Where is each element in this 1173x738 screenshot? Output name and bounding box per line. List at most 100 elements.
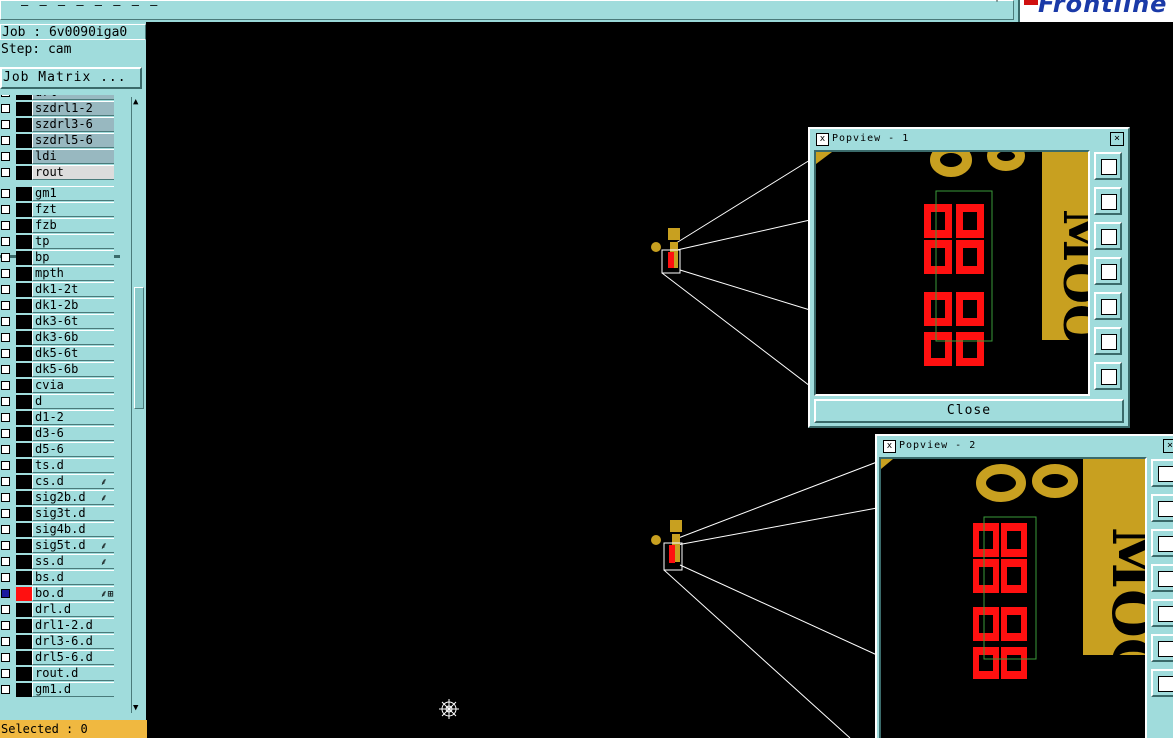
popview-pan-down-button[interactable]: [1094, 222, 1122, 250]
layer-color-swatch[interactable]: [16, 134, 32, 148]
layer-row-dk3-6b[interactable]: dk3-6b: [0, 330, 120, 346]
layer-row-tp[interactable]: tp: [0, 234, 120, 250]
layer-color-swatch[interactable]: [16, 219, 32, 233]
layer-checkbox[interactable]: [1, 589, 10, 598]
layer-color-swatch[interactable]: [16, 235, 32, 249]
layer-checkbox[interactable]: [1, 557, 10, 566]
layer-checkbox[interactable]: [1, 413, 10, 422]
layer-checkbox[interactable]: [1, 493, 10, 502]
layer-name[interactable]: ts.d: [32, 458, 114, 473]
layer-name[interactable]: ldi: [32, 149, 114, 164]
layer-row-ss-d[interactable]: ss.d ⸙: [0, 554, 120, 570]
layer-checkbox[interactable]: [1, 104, 10, 113]
layer-color-swatch[interactable]: [16, 427, 32, 441]
popview-zoom-out-button[interactable]: [1094, 362, 1122, 390]
popview-pan-up-button[interactable]: [1094, 187, 1122, 215]
layer-row-gm1-d[interactable]: gm1.d: [0, 682, 120, 698]
layer-color-swatch[interactable]: [16, 283, 32, 297]
layer-color-swatch[interactable]: [16, 619, 32, 633]
layer-color-swatch[interactable]: [16, 443, 32, 457]
layer-row-dk5-6t[interactable]: dk5-6t: [0, 346, 120, 362]
layer-checkbox[interactable]: [1, 669, 10, 678]
layer-row-fzb[interactable]: fzb: [0, 218, 120, 234]
layer-name[interactable]: szdrl3-6: [32, 117, 114, 132]
layer-checkbox[interactable]: [1, 525, 10, 534]
layer-checkbox[interactable]: [1, 269, 10, 278]
layer-name[interactable]: dk1-2b: [32, 298, 114, 313]
layer-color-swatch[interactable]: [16, 539, 32, 553]
layer-color-swatch[interactable]: [16, 299, 32, 313]
layer-row-drl3-6-d[interactable]: drl3-6.d: [0, 634, 120, 650]
scroll-up-icon[interactable]: ▲: [133, 97, 138, 107]
layer-list-scrollbar[interactable]: ▲ ▼: [131, 97, 144, 713]
layer-checkbox[interactable]: [1, 429, 10, 438]
layer-color-swatch[interactable]: [16, 118, 32, 132]
layer-checkbox[interactable]: [1, 445, 10, 454]
layer-name[interactable]: dk3-6t: [32, 314, 114, 329]
layer-row-sig5t-d[interactable]: sig5t.d ⸙: [0, 538, 120, 554]
layer-name[interactable]: gm1.d: [32, 682, 114, 697]
layer-checkbox[interactable]: [1, 221, 10, 230]
layer-row-ldi[interactable]: ldi: [0, 149, 120, 165]
layer-checkbox[interactable]: [1, 301, 10, 310]
layer-name[interactable]: d5-6: [32, 442, 114, 457]
layer-color-swatch[interactable]: [16, 507, 32, 521]
popview-zoom-in-button[interactable]: [1094, 327, 1122, 355]
layer-row-szdrl1-2[interactable]: szdrl1-2: [0, 101, 120, 117]
layer-name[interactable]: dk5-6t: [32, 346, 114, 361]
layer-color-swatch[interactable]: [16, 395, 32, 409]
layer-name[interactable]: rout.d: [32, 666, 114, 681]
layer-color-swatch[interactable]: [16, 459, 32, 473]
layer-checkbox[interactable]: [1, 168, 10, 177]
layer-name[interactable]: d1-2: [32, 410, 114, 425]
layer-row-d[interactable]: d: [0, 394, 120, 410]
layer-row-cvia[interactable]: cvia: [0, 378, 120, 394]
layer-checkbox[interactable]: [1, 136, 10, 145]
layer-row-rout-d[interactable]: rout.d: [0, 666, 120, 682]
layer-color-swatch[interactable]: [16, 95, 32, 100]
layer-name[interactable]: fzb: [32, 218, 114, 233]
layer-row-sig4b-d[interactable]: sig4b.d: [0, 522, 120, 538]
layer-checkbox[interactable]: [1, 317, 10, 326]
layer-color-swatch[interactable]: [16, 166, 32, 180]
layer-color-swatch[interactable]: [16, 102, 32, 116]
window-menu-icon[interactable]: x: [816, 133, 829, 146]
layer-color-swatch[interactable]: [16, 331, 32, 345]
popview-pan-right-button[interactable]: [1151, 599, 1173, 627]
layer-color-swatch[interactable]: [16, 555, 32, 569]
layer-color-swatch[interactable]: [16, 150, 32, 164]
layer-checkbox[interactable]: [1, 685, 10, 694]
layer-checkbox[interactable]: [1, 120, 10, 129]
layer-row-szdrl3-6[interactable]: szdrl3-6: [0, 117, 120, 133]
layer-name[interactable]: sig3t.d: [32, 506, 114, 521]
layer-color-swatch[interactable]: [16, 411, 32, 425]
layer-name[interactable]: fzt: [32, 202, 114, 217]
layer-row-drl1-2-d[interactable]: drl1-2.d: [0, 618, 120, 634]
layer-checkbox[interactable]: [1, 653, 10, 662]
layer-checkbox[interactable]: [1, 333, 10, 342]
popview-2-close-icon[interactable]: ×: [1163, 439, 1173, 453]
popview-1-titlebar[interactable]: x Popview - 1 ×: [812, 131, 1126, 147]
layer-color-swatch[interactable]: [16, 603, 32, 617]
popview-zoom-fit-button[interactable]: [1151, 459, 1173, 487]
layer-row-gm1[interactable]: gm1: [0, 186, 120, 202]
popview-pan-down-button[interactable]: [1151, 529, 1173, 557]
layer-checkbox[interactable]: [1, 365, 10, 374]
layer-checkbox[interactable]: [1, 95, 10, 97]
popview-pan-left-button[interactable]: [1094, 257, 1122, 285]
layer-checkbox[interactable]: [1, 349, 10, 358]
scroll-down-icon[interactable]: ▼: [133, 703, 138, 713]
layer-color-swatch[interactable]: [16, 651, 32, 665]
layer-name[interactable]: drl1-2.d: [32, 618, 114, 633]
layer-name[interactable]: szdrl1-2: [32, 101, 114, 116]
layer-checkbox[interactable]: [1, 285, 10, 294]
layer-checkbox[interactable]: [1, 541, 10, 550]
layer-checkbox[interactable]: [1, 152, 10, 161]
layer-color-swatch[interactable]: [16, 363, 32, 377]
layer-name[interactable]: bs.d: [32, 570, 114, 585]
layer-name[interactable]: bp: [32, 250, 114, 265]
layer-checkbox[interactable]: [1, 573, 10, 582]
layer-color-swatch[interactable]: [16, 475, 32, 489]
layer-name[interactable]: tp: [32, 234, 114, 249]
layer-row-dk1-2b[interactable]: dk1-2b: [0, 298, 120, 314]
